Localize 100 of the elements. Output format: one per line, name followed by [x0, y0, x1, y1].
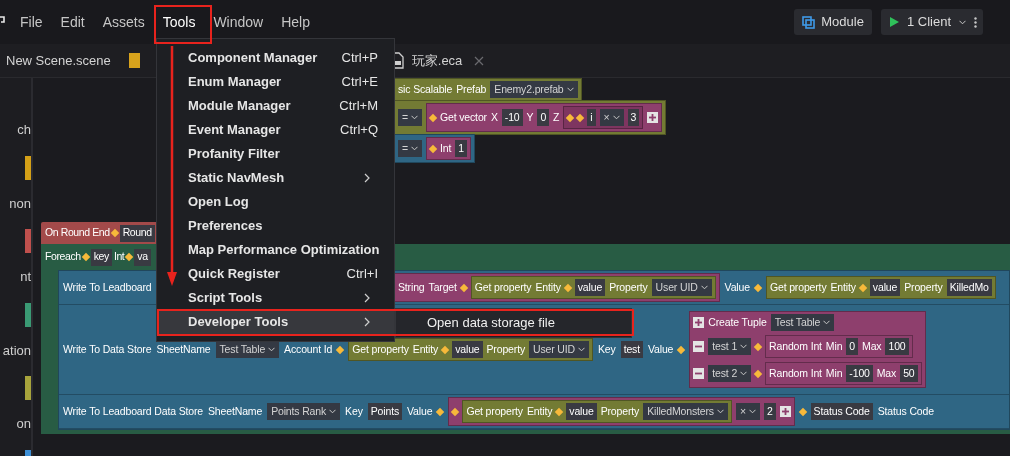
- block-label: String: [398, 279, 425, 295]
- block-label: Get property: [466, 403, 523, 419]
- value-field[interactable]: value: [452, 341, 483, 358]
- caret-icon: [959, 19, 966, 25]
- shortcut-label: Ctrl+P: [341, 49, 378, 68]
- block-label: Value: [647, 341, 674, 357]
- block-label: Foreach: [45, 249, 81, 265]
- caret-icon: [578, 347, 585, 352]
- value-field[interactable]: 2: [763, 403, 776, 420]
- minus-icon[interactable]: [693, 341, 705, 352]
- value-field[interactable]: Round: [119, 224, 155, 242]
- category-label[interactable]: ch: [17, 120, 31, 140]
- menu-item[interactable]: Assets: [93, 7, 154, 37]
- editor-tab[interactable]: New Scene.scene: [0, 44, 125, 77]
- value-field[interactable]: 50: [900, 365, 918, 382]
- dropdown[interactable]: User UID: [529, 341, 589, 358]
- dropdown[interactable]: test 1: [708, 338, 752, 355]
- dropdown[interactable]: test 2: [708, 365, 752, 382]
- menu-option[interactable]: Event Manager Ctrl+Q: [157, 118, 394, 142]
- value-field[interactable]: -100: [846, 365, 873, 382]
- value-field[interactable]: 3: [627, 109, 640, 126]
- caret-icon: [740, 371, 748, 376]
- block-label: Property: [600, 403, 640, 419]
- file-icon: [128, 53, 140, 68]
- value-field[interactable]: va: [134, 248, 151, 266]
- dropdown[interactable]: ×: [599, 109, 624, 126]
- caret-icon: [823, 320, 831, 325]
- dropdown[interactable]: Test Table: [770, 314, 835, 331]
- category-label[interactable]: on: [16, 414, 31, 434]
- menu-item[interactable]: Edit: [51, 7, 94, 37]
- menu-option[interactable]: Preferences: [157, 214, 394, 238]
- block-label: Int: [440, 140, 452, 156]
- dropdown[interactable]: =: [398, 140, 422, 157]
- block-label: Z: [553, 109, 560, 125]
- menu-option[interactable]: Quick Register Ctrl+I: [157, 262, 394, 286]
- menu-option[interactable]: Enum Manager Ctrl+E: [157, 70, 394, 94]
- dropdown[interactable]: =: [398, 109, 422, 126]
- menu-option[interactable]: Map Performance Optimization: [157, 238, 394, 262]
- value-field[interactable]: -10: [501, 109, 523, 126]
- value-field[interactable]: i: [587, 109, 596, 126]
- run-button[interactable]: 1 Client: [880, 9, 983, 35]
- block-label: Random Int: [769, 338, 822, 354]
- dropdown[interactable]: User UID: [651, 279, 712, 296]
- block-label: Random Int: [769, 365, 822, 381]
- module-button[interactable]: Module: [794, 9, 872, 35]
- category-icon[interactable]: [25, 155, 31, 180]
- menu-option[interactable]: Module Manager Ctrl+M: [157, 94, 394, 118]
- category-label[interactable]: non: [9, 193, 31, 213]
- value-field[interactable]: test: [620, 341, 643, 358]
- category-icon[interactable]: [25, 302, 31, 327]
- close-icon[interactable]: [474, 55, 485, 66]
- category-label[interactable]: ation: [2, 340, 31, 360]
- value-field[interactable]: 1: [455, 140, 467, 157]
- module-icon: [802, 15, 816, 29]
- dropdown[interactable]: Enemy2.prefab: [490, 81, 578, 98]
- block-label: Create Tuple: [708, 314, 767, 330]
- menu-option[interactable]: Developer Tools: [157, 310, 394, 334]
- value-field[interactable]: value: [574, 279, 606, 296]
- value-field[interactable]: 100: [885, 338, 909, 355]
- dropdown[interactable]: Points Rank: [267, 403, 341, 420]
- caret-icon: [411, 115, 418, 120]
- menu-option[interactable]: Component Manager Ctrl+P: [157, 46, 394, 70]
- highlight-frame: [154, 5, 212, 44]
- value-field[interactable]: key: [90, 248, 112, 266]
- caret-icon: [700, 285, 708, 290]
- block-label: SheetName: [208, 403, 263, 419]
- menu-option[interactable]: Open Log: [157, 190, 394, 214]
- block-label: Min: [825, 365, 843, 381]
- block-label: Property: [486, 341, 525, 357]
- block-label: Entity: [535, 279, 561, 295]
- menu-item[interactable]: Help: [272, 7, 319, 37]
- plus-icon[interactable]: [693, 317, 705, 328]
- menu-option[interactable]: Script Tools: [157, 286, 394, 310]
- minus-icon[interactable]: [693, 368, 705, 379]
- value-field[interactable]: value: [869, 279, 901, 296]
- value-field[interactable]: Points: [367, 403, 403, 420]
- block-label: Key: [598, 341, 616, 357]
- value-field[interactable]: KilledMo: [946, 279, 992, 296]
- dropdown[interactable]: KilledMonsters: [643, 403, 728, 420]
- menu-item[interactable]: File: [11, 7, 52, 37]
- menu-item[interactable]: Window: [204, 7, 273, 37]
- menu-option[interactable]: Profanity Filter: [157, 142, 394, 166]
- block-label: Int: [113, 249, 125, 265]
- dropdown[interactable]: ×: [735, 403, 760, 420]
- block-label: SheetName: [156, 341, 211, 357]
- value-field[interactable]: value: [566, 403, 597, 420]
- shortcut-label: Ctrl+I: [346, 265, 378, 284]
- menu-option[interactable]: Static NavMesh: [157, 166, 394, 190]
- value-field[interactable]: 0: [537, 109, 550, 126]
- more-icon: [974, 16, 977, 28]
- category-label[interactable]: nt: [20, 267, 31, 287]
- value-field[interactable]: 0: [846, 338, 859, 355]
- block-label: Write To Leadboard Data Store: [63, 403, 203, 419]
- block-label: Min: [825, 338, 843, 354]
- value-field[interactable]: Status Code: [810, 403, 873, 420]
- block-label: Get property: [352, 341, 409, 357]
- menu-item[interactable]: Tools: [153, 7, 205, 37]
- plus-icon[interactable]: [779, 406, 791, 417]
- block-label: Property: [609, 279, 648, 295]
- plus-icon[interactable]: [647, 112, 659, 123]
